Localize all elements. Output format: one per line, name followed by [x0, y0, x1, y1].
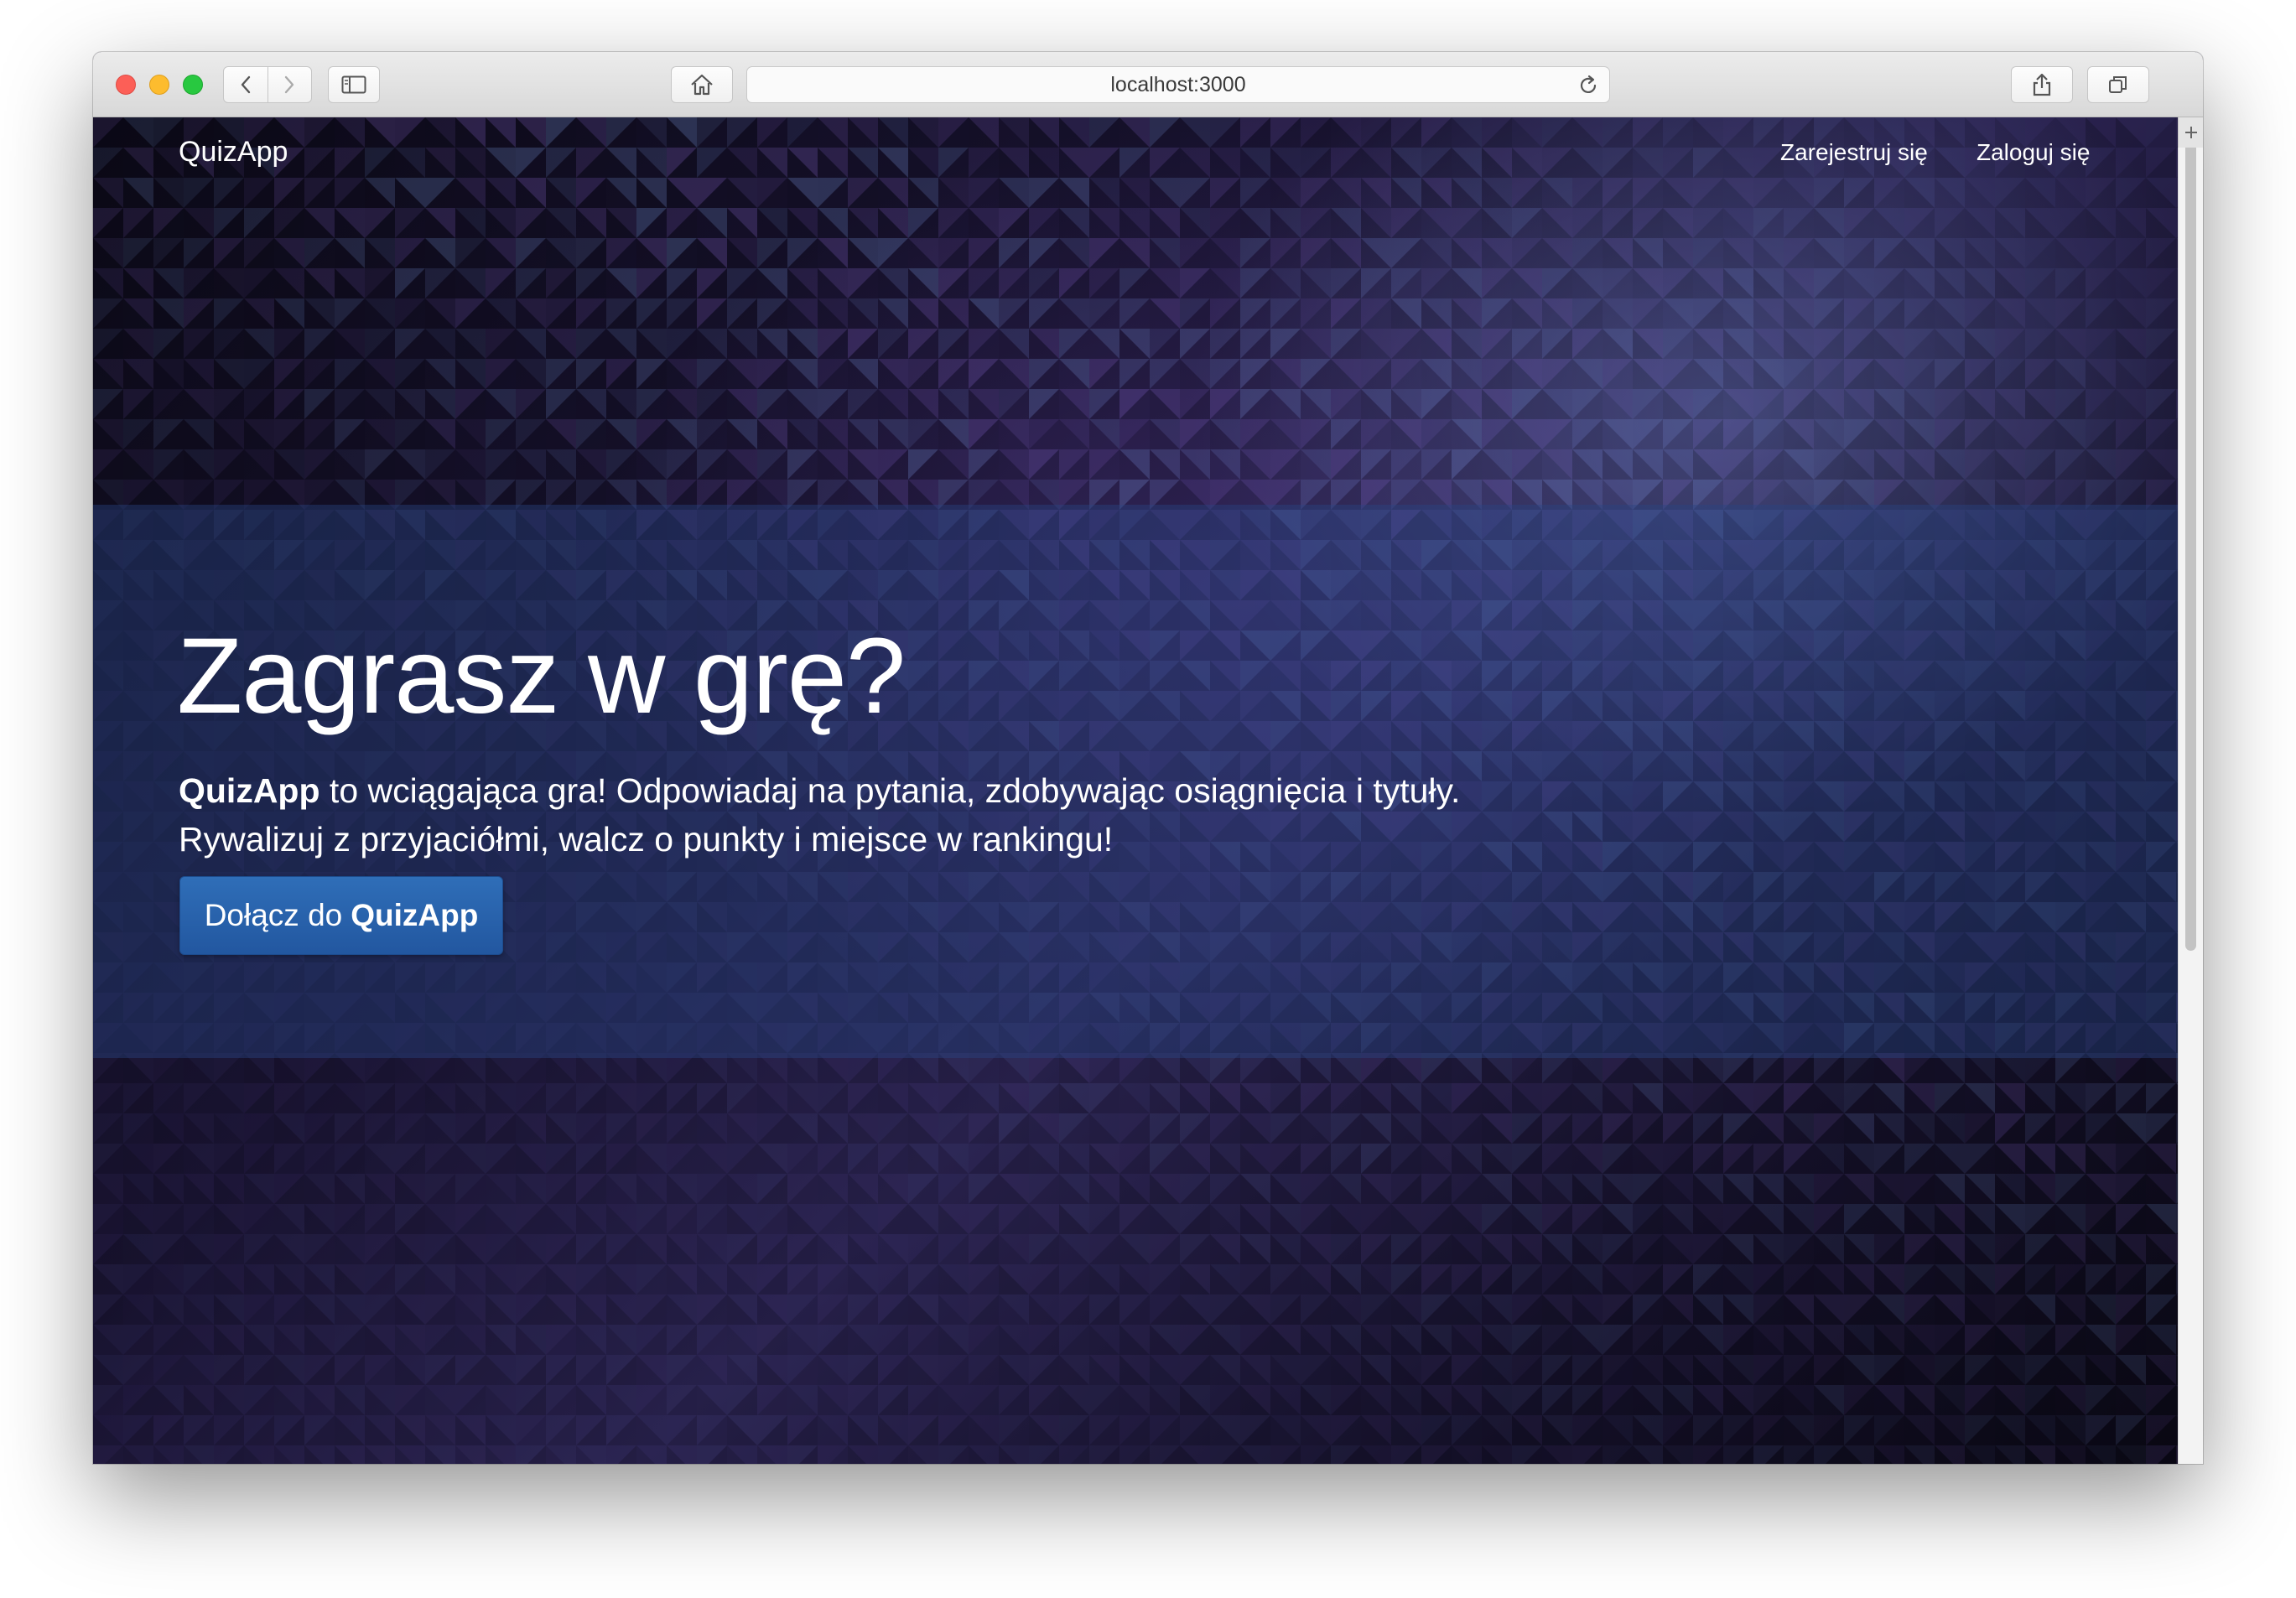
back-chevron-icon [241, 75, 250, 94]
nav-register-link[interactable]: Zarejestruj się [1780, 139, 1928, 166]
show-tabs-button[interactable] [2087, 66, 2149, 103]
close-window-button[interactable] [116, 75, 136, 95]
cta-brand: QuizApp [351, 898, 479, 932]
home-button[interactable] [671, 66, 733, 103]
minimize-window-button[interactable] [149, 75, 169, 95]
forward-chevron-icon [285, 75, 294, 94]
nav-login-link[interactable]: Zaloguj się [1977, 139, 2090, 166]
back-button[interactable] [224, 67, 268, 102]
reload-icon[interactable] [1577, 75, 1599, 96]
url-text: localhost:3000 [1110, 72, 1246, 96]
browser-titlebar: localhost:3000 [93, 52, 2203, 117]
home-icon [691, 74, 713, 96]
new-tab-button[interactable] [2178, 117, 2203, 148]
sidebar-icon [341, 75, 366, 94]
vertical-scrollbar[interactable] [2178, 117, 2203, 1464]
scrollbar-thumb[interactable] [2185, 124, 2196, 951]
address-bar[interactable]: localhost:3000 [746, 66, 1610, 103]
history-nav-group [223, 66, 312, 103]
hero-title: Zagrasz w grę? [177, 616, 906, 736]
cta-label: Dołącz do [204, 898, 343, 932]
new-tab-plus-icon [2184, 127, 2197, 138]
join-quizapp-button[interactable]: Dołącz do QuizApp [179, 876, 503, 955]
browser-window: localhost:3000 QuizApp Zarejestruj się Z… [93, 52, 2203, 1464]
forward-button[interactable] [267, 67, 312, 102]
navbar-brand[interactable]: QuizApp [179, 136, 288, 169]
hero-brand-text: QuizApp [179, 771, 320, 810]
share-icon [2033, 73, 2051, 96]
hero-description-line-1: QuizApp to wciągająca gra! Odpowiadaj na… [179, 771, 1460, 811]
share-button[interactable] [2011, 66, 2073, 103]
hero-description-text: to wciągająca gra! Odpowiadaj na pytania… [319, 771, 1461, 810]
zoom-window-button[interactable] [183, 75, 203, 95]
tabs-icon [2109, 76, 2127, 93]
sidebar-toggle-button[interactable] [328, 66, 380, 103]
hero-description-line-2: Rywalizuj z przyjaciółmi, walcz o punkty… [179, 820, 1114, 859]
page-viewport: QuizApp Zarejestruj się Zaloguj się Zagr… [93, 117, 2178, 1464]
